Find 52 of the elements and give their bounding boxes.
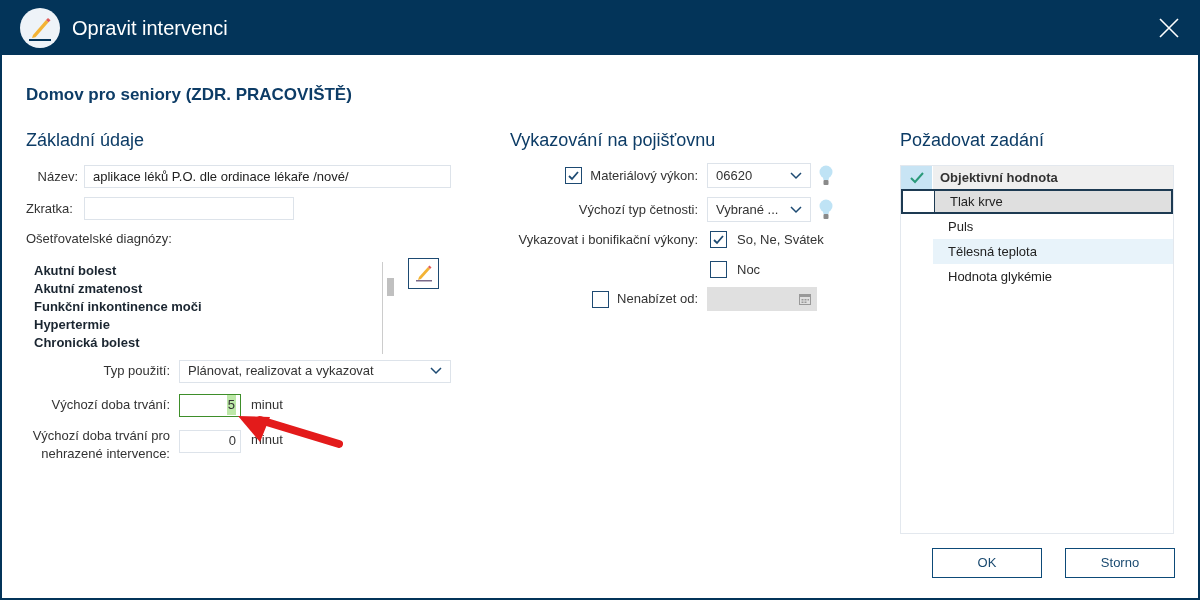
diagnosis-item[interactable]: Akutní bolest [34,261,382,280]
calendar-icon [799,293,811,305]
checkbox[interactable] [710,231,727,248]
diagnosis-item[interactable]: Akutní zmatenost [34,279,382,298]
field-label: Název: [36,167,79,186]
diagnosis-item[interactable]: Hypertermie [34,315,382,334]
section-title: Vykazování na pojišťovnu [510,129,717,152]
checkbox-label: Nenabízet od: [617,290,698,309]
checkbox[interactable] [592,290,610,308]
diagnosis-item[interactable]: Chronická bolest [34,333,382,352]
caret-icon [790,205,802,214]
section-title: Požadovat zadání [900,129,1046,152]
field-label: Výchozí typ četnosti: [577,200,699,219]
section-title: Základní údaje [26,129,146,152]
duration-field[interactable]: 5 [179,393,241,417]
field-label: Ošetřovatelské diagnózy: [26,230,173,248]
material-dropdown[interactable]: 06620 [707,163,811,188]
date-field[interactable] [707,287,817,311]
checkbox-label: Materiálový výkon: [590,166,698,185]
usage-dropdown[interactable]: Plánovat, realizovat a vykazovat [179,359,451,383]
duration-field[interactable]: 0 [179,429,241,453]
header-checkbox[interactable] [901,166,933,189]
checkbox-label: So, Ne, Svátek [737,230,824,249]
section-heading: Domov pro seniory (ZDR. PRACOVIŠTĚ) [26,84,352,106]
caret-icon [430,367,442,375]
scrollbar[interactable] [382,261,396,354]
field-label: Vykazovat i bonifikační výkony: [517,231,699,249]
checkbox[interactable] [710,261,727,278]
close-button[interactable] [1158,16,1180,39]
window-title: Opravit intervenci [72,15,228,41]
dialog-button[interactable]: Storno [1065,548,1175,578]
field-label: Výchozí doba trvání pro nehrazené intervence: [31,426,171,463]
checkbox[interactable] [565,167,583,184]
lightbulb-icon [819,164,833,187]
checkbox-label: Noc [737,260,761,279]
table-row[interactable]: Tlak krve [901,189,1173,214]
field-label: Typ použití: [102,362,171,381]
pencil-icon [20,7,60,48]
caret-icon [790,171,802,180]
edit-button[interactable] [408,257,439,289]
dialog-button[interactable]: OK [932,548,1042,578]
lightbulb-icon [819,198,833,221]
unit-label: minut [251,396,283,415]
field-label: Zkratka: [26,199,74,218]
abbreviation-field[interactable] [84,197,294,220]
column-header: Objektivní hodnota [939,168,1059,187]
check-icon [909,171,924,184]
name-field[interactable]: aplikace léků P.O. dle ordinace lékaře /nové/ [84,165,451,188]
frequency-dropdown[interactable]: Vybrané ... [707,197,811,222]
table-row[interactable]: Tělesná teplota [901,239,1173,264]
field-label: Výchozí doba trvání: [50,396,171,414]
diagnosis-item[interactable]: Funkční inkontinence moči [34,297,382,316]
